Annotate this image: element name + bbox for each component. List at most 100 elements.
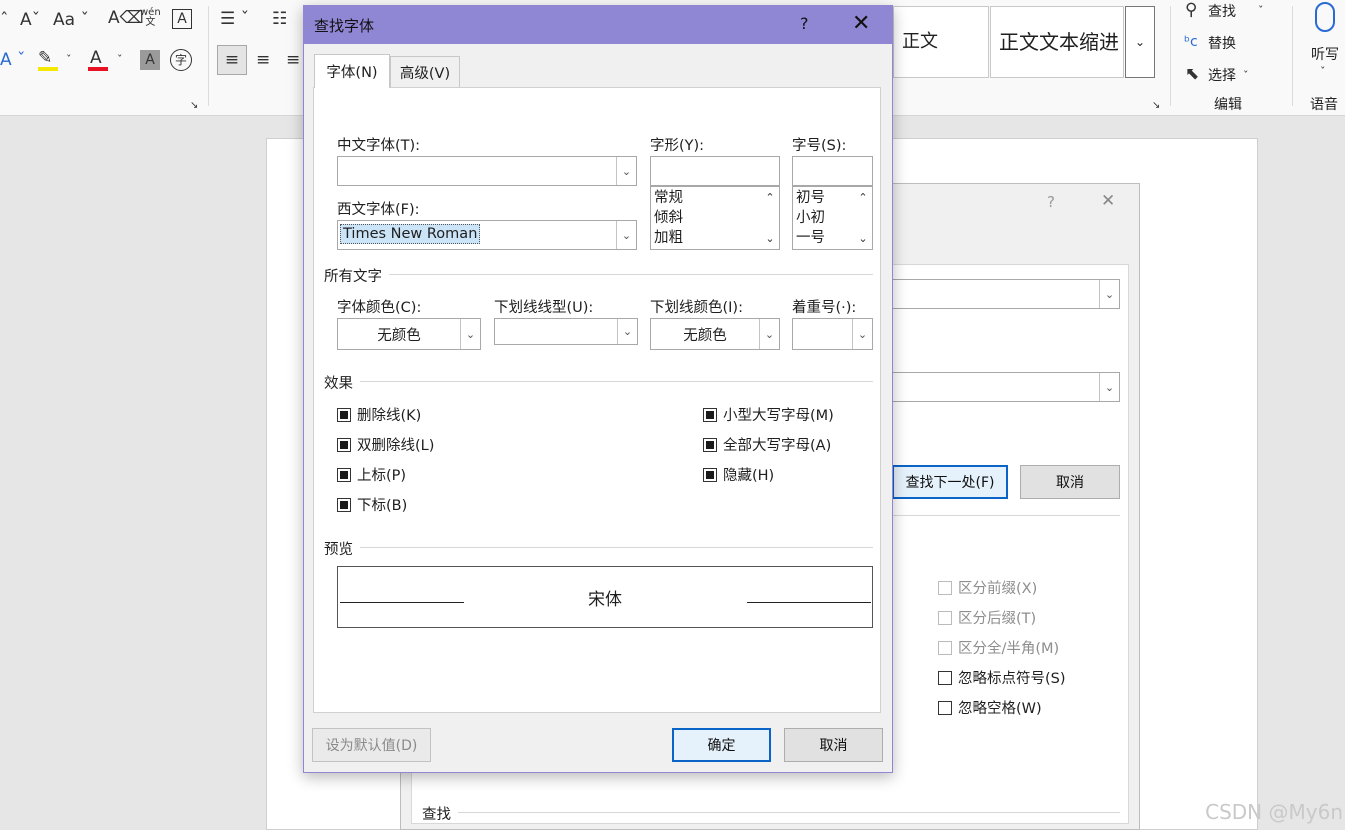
- small-caps-option[interactable]: 小型大写字母(M): [703, 404, 834, 425]
- checkbox[interactable]: [703, 467, 717, 482]
- ok-button[interactable]: 确定: [672, 728, 771, 762]
- western-font-combo[interactable]: Times New Roman ⌄: [337, 220, 637, 250]
- checkbox[interactable]: [938, 700, 952, 715]
- scroll-down-icon[interactable]: ⌄: [765, 232, 774, 245]
- font-color-combo[interactable]: 无颜色 ⌄: [337, 318, 481, 350]
- chevron-down-icon[interactable]: ⌄: [1099, 280, 1119, 308]
- select-label[interactable]: 选择: [1208, 65, 1236, 85]
- grow-font-icon[interactable]: Aˇ: [20, 10, 40, 30]
- list-item[interactable]: 常规: [654, 188, 683, 208]
- scroll-down-icon[interactable]: ⌄: [858, 232, 867, 245]
- scrollbar[interactable]: ⌃ ⌄: [761, 187, 779, 249]
- tab-advanced[interactable]: 高级(V): [390, 56, 460, 88]
- select-cursor-icon[interactable]: ⬉: [1185, 64, 1199, 84]
- style-body-indent[interactable]: 正文文本缩进: [990, 6, 1124, 78]
- align-right-icon[interactable]: ≡: [286, 50, 300, 70]
- scroll-up-icon[interactable]: ⌃: [765, 191, 774, 204]
- cancel-button[interactable]: 取消: [1020, 465, 1120, 499]
- help-icon[interactable]: ?: [1047, 193, 1055, 211]
- font-style-list[interactable]: 常规 倾斜 加粗 ⌃ ⌄: [650, 186, 780, 250]
- find-next-button[interactable]: 查找下一处(F): [892, 465, 1008, 499]
- chevron-down-icon[interactable]: ⌄: [616, 157, 636, 185]
- char-border-icon[interactable]: A: [172, 9, 192, 29]
- close-icon[interactable]: ✕: [1101, 191, 1115, 211]
- list-item[interactable]: 一号: [796, 228, 825, 248]
- chevron-down-icon[interactable]: ⌄: [759, 319, 779, 349]
- font-dialog-launcher-icon[interactable]: ↘: [190, 96, 198, 116]
- dictate-label[interactable]: 听写: [1311, 44, 1339, 64]
- list-item[interactable]: 初号: [796, 188, 825, 208]
- double-strikethrough-option[interactable]: 双删除线(L): [337, 434, 434, 455]
- chevron-down-icon[interactable]: ⌄: [460, 319, 480, 349]
- set-default-button: 设为默认值(D): [312, 728, 431, 762]
- styles-more-button[interactable]: ⌄: [1125, 6, 1155, 78]
- divider: [892, 515, 1120, 516]
- highlight-dropdown-icon[interactable]: ˇ: [66, 50, 72, 70]
- strikethrough-option[interactable]: 删除线(K): [337, 404, 421, 425]
- checkbox[interactable]: [703, 407, 717, 422]
- highlight-icon[interactable]: ✎: [38, 48, 52, 68]
- hidden-option[interactable]: 隐藏(H): [703, 464, 774, 485]
- underline-style-combo[interactable]: ⌄: [494, 318, 638, 345]
- numbering-icon[interactable]: ☷: [272, 9, 287, 29]
- tab-font[interactable]: 字体(N): [314, 54, 390, 88]
- partial-icon[interactable]: ˆ: [0, 10, 9, 30]
- cancel-button[interactable]: 取消: [784, 728, 883, 762]
- chevron-down-icon[interactable]: ⌄: [616, 221, 636, 249]
- text-effect-icon[interactable]: A ˇ: [0, 50, 26, 70]
- font-color-icon[interactable]: A: [90, 48, 102, 68]
- styles-dialog-launcher-icon[interactable]: ↘: [1152, 96, 1160, 116]
- chevron-down-icon[interactable]: ⌄: [852, 319, 872, 349]
- select-dropdown-icon[interactable]: ˇ: [1243, 66, 1249, 86]
- list-item[interactable]: 加粗: [654, 228, 683, 248]
- clear-format-icon[interactable]: A⌫: [108, 8, 144, 28]
- western-font-label: 西文字体(F):: [337, 202, 420, 218]
- list-item[interactable]: 小初: [796, 208, 825, 228]
- all-caps-option[interactable]: 全部大写字母(A): [703, 434, 831, 455]
- ignore-space-option[interactable]: 忽略空格(W): [938, 697, 1042, 718]
- checkbox[interactable]: [337, 467, 351, 482]
- find-dropdown-icon[interactable]: ˇ: [1258, 1, 1264, 21]
- checkbox[interactable]: [337, 437, 351, 452]
- find-icon[interactable]: ⚲: [1185, 0, 1197, 20]
- underline-style-label: 下划线线型(U):: [494, 300, 594, 316]
- subscript-option[interactable]: 下标(B): [337, 494, 407, 515]
- scroll-up-icon[interactable]: ⌃: [858, 191, 867, 204]
- find-what-combo[interactable]: ⌄: [892, 279, 1120, 309]
- font-style-input[interactable]: [650, 156, 780, 186]
- checkbox[interactable]: [337, 497, 351, 512]
- style-normal[interactable]: 正文: [893, 6, 989, 78]
- font-size-list[interactable]: 初号 小初 一号 ⌃ ⌄: [792, 186, 873, 250]
- change-case-button[interactable]: Aa ˇ: [53, 10, 89, 30]
- ignore-punctuation-option[interactable]: 忽略标点符号(S): [938, 667, 1066, 688]
- format-combo[interactable]: ⌄: [892, 372, 1120, 402]
- help-icon[interactable]: ?: [800, 14, 809, 33]
- title-bar[interactable]: 查找字体 ? ✕: [304, 6, 892, 44]
- replace-icon[interactable]: ᵇc: [1184, 32, 1198, 52]
- dictate-dropdown-icon[interactable]: ˇ: [1320, 62, 1326, 82]
- checkbox[interactable]: [938, 670, 952, 685]
- chevron-down-icon[interactable]: ⌄: [617, 319, 637, 344]
- enclose-char-icon[interactable]: 字: [170, 49, 192, 71]
- underline-color-combo[interactable]: 无颜色 ⌄: [650, 318, 780, 350]
- checkbox[interactable]: [703, 437, 717, 452]
- close-icon[interactable]: ✕: [852, 11, 870, 36]
- option-label: 双删除线(L): [357, 438, 435, 454]
- emphasis-combo[interactable]: ⌄: [792, 318, 873, 350]
- checkbox[interactable]: [337, 407, 351, 422]
- replace-label[interactable]: 替换: [1208, 33, 1236, 53]
- phonetic-guide-icon[interactable]: wén 文: [140, 8, 161, 28]
- chinese-font-combo[interactable]: ⌄: [337, 156, 637, 186]
- chevron-down-icon[interactable]: ⌄: [1099, 373, 1119, 401]
- superscript-option[interactable]: 上标(P): [337, 464, 406, 485]
- align-center-icon[interactable]: ≡: [256, 50, 270, 70]
- microphone-icon[interactable]: [1315, 2, 1335, 32]
- scrollbar[interactable]: ⌃ ⌄: [854, 187, 872, 249]
- font-color-dropdown-icon[interactable]: ˇ: [117, 50, 123, 70]
- bullets-icon[interactable]: ☰ ˇ: [220, 9, 249, 29]
- align-left-icon[interactable]: ≡: [217, 45, 247, 75]
- char-shading-icon[interactable]: A: [140, 50, 160, 70]
- font-size-input[interactable]: [792, 156, 873, 186]
- find-label[interactable]: 查找: [1208, 1, 1236, 21]
- list-item[interactable]: 倾斜: [654, 208, 683, 228]
